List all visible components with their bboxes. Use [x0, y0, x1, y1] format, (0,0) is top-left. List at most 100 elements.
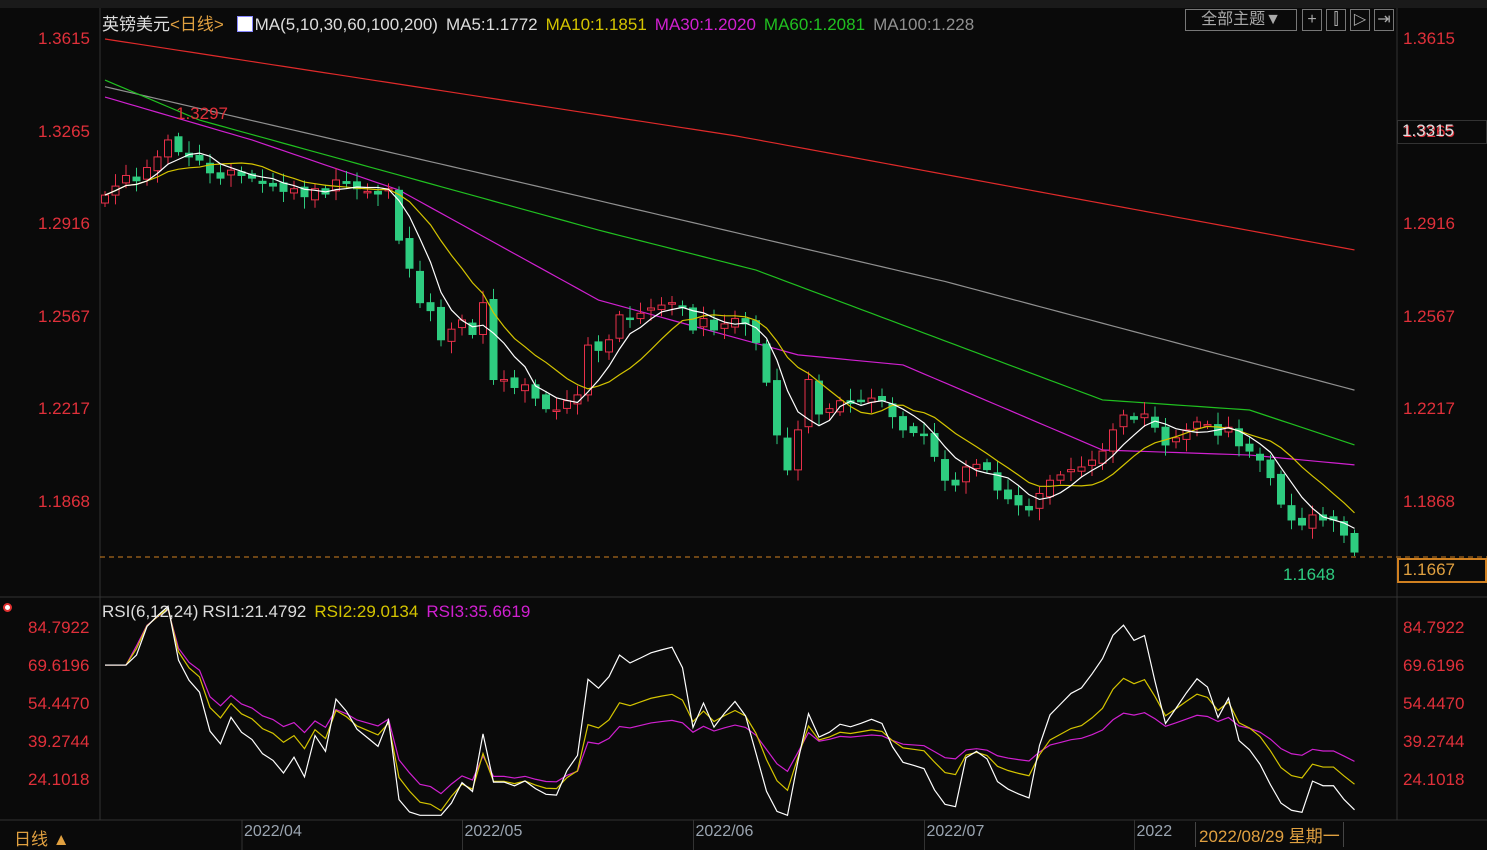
rsi-tick-label: 24.1018 [28, 770, 90, 789]
candle [1298, 507, 1306, 531]
candle [237, 166, 246, 184]
candle [888, 397, 897, 429]
price-tick-label: 1.3265 [38, 121, 90, 141]
candle [363, 183, 372, 199]
candle [731, 310, 739, 334]
high-label: 1.3297 [176, 104, 228, 123]
price-tick-label: 1.2217 [38, 399, 90, 419]
candle [941, 450, 949, 491]
candle [1172, 429, 1180, 449]
rsi1-value: RSI1:21.4792 [202, 602, 307, 621]
price-tick-label: 1.2916 [1403, 214, 1455, 234]
candle [1151, 406, 1159, 433]
candle [132, 167, 141, 192]
rsi-tick-label: 84.7922 [1403, 618, 1465, 637]
ma100-line [104, 86, 1355, 391]
candle [1035, 486, 1044, 521]
rsi-header: RSI(6,12,24) RSI1:21.4792 RSI2:29.0134 RSI3… [102, 602, 538, 622]
candle [1130, 412, 1138, 424]
candle [521, 378, 529, 403]
candle [279, 173, 288, 202]
candle [804, 371, 813, 434]
candle [972, 459, 981, 477]
candle [857, 389, 865, 407]
candle [773, 368, 781, 445]
candle [1277, 470, 1285, 509]
price-tick-label: 1.1868 [1403, 491, 1455, 511]
candle [1340, 516, 1348, 544]
price-tick-label: 1.3615 [38, 29, 90, 48]
ma30-line [104, 96, 1355, 466]
candle [1256, 447, 1264, 473]
chart-canvas[interactable] [0, 0, 1487, 850]
last-price-box: 1.1667 [1397, 558, 1487, 583]
candle [552, 398, 561, 420]
candle [563, 390, 571, 414]
rsi-tick-label: 24.1018 [1403, 770, 1465, 789]
period-switch[interactable]: 日线 ▲ [14, 825, 70, 850]
candle [636, 302, 645, 324]
candle [1203, 420, 1212, 430]
candle [1025, 498, 1033, 517]
ma200-line [104, 38, 1355, 251]
candle [594, 335, 603, 363]
candle [794, 420, 802, 481]
rsi-settings-icon[interactable] [3, 603, 12, 612]
candle [311, 183, 319, 208]
candle [489, 288, 498, 385]
candle [500, 370, 508, 392]
candle [878, 388, 886, 408]
candle [437, 299, 445, 347]
candle [342, 170, 351, 189]
rsi-definition: RSI(6,12,24) [102, 602, 199, 621]
candle [615, 310, 624, 343]
rsi3-line [105, 608, 1355, 795]
candle [531, 379, 540, 407]
candle [216, 164, 225, 185]
candle [416, 260, 424, 308]
candle [1067, 457, 1075, 482]
candle [1140, 402, 1149, 427]
candle [258, 169, 267, 193]
candle [1077, 456, 1086, 477]
candle [1287, 493, 1296, 530]
date-tick-label: 2022/05 [464, 823, 523, 840]
candle [783, 427, 792, 476]
candle [762, 340, 771, 387]
candle [1004, 479, 1012, 505]
candle [164, 134, 172, 165]
rsi2-value: RSI2:29.0134 [314, 602, 419, 621]
candle [899, 411, 907, 438]
candle [542, 390, 550, 413]
candle [1014, 486, 1023, 516]
candle [300, 180, 309, 209]
rsi-tick-label: 84.7922 [28, 618, 90, 637]
price-tick-label: 1.2567 [38, 306, 90, 326]
date-tick-label: 2022/06 [695, 823, 754, 840]
date-tick-label: 2022/04 [244, 823, 302, 840]
candle [867, 388, 876, 413]
candle [699, 306, 708, 337]
rsi-tick-label: 39.2744 [1403, 732, 1465, 751]
candle [510, 369, 519, 395]
rsi-tick-label: 54.4470 [28, 694, 90, 713]
cursor-price-box: 1.3315 [1397, 120, 1487, 144]
date-tick-label: 2022/07 [926, 823, 985, 840]
candle [1350, 529, 1359, 557]
candle [1119, 409, 1128, 435]
price-tick-label: 1.2916 [38, 214, 90, 234]
low-label: 1.1648 [1283, 565, 1335, 584]
rsi1-line [105, 605, 1355, 817]
candle [174, 132, 183, 156]
rsi3-value: RSI3:35.6619 [426, 602, 531, 621]
rsi-tick-label: 69.6196 [1403, 656, 1465, 675]
candle [668, 296, 676, 316]
rsi-tick-label: 54.4470 [1403, 694, 1465, 713]
candle [426, 293, 435, 322]
candle [909, 422, 918, 437]
candle [951, 472, 960, 492]
candle [983, 458, 991, 474]
candle [447, 322, 456, 354]
rsi-tick-label: 39.2744 [28, 732, 90, 751]
cursor-date: 2022/08/29 星期一 [1195, 822, 1344, 847]
